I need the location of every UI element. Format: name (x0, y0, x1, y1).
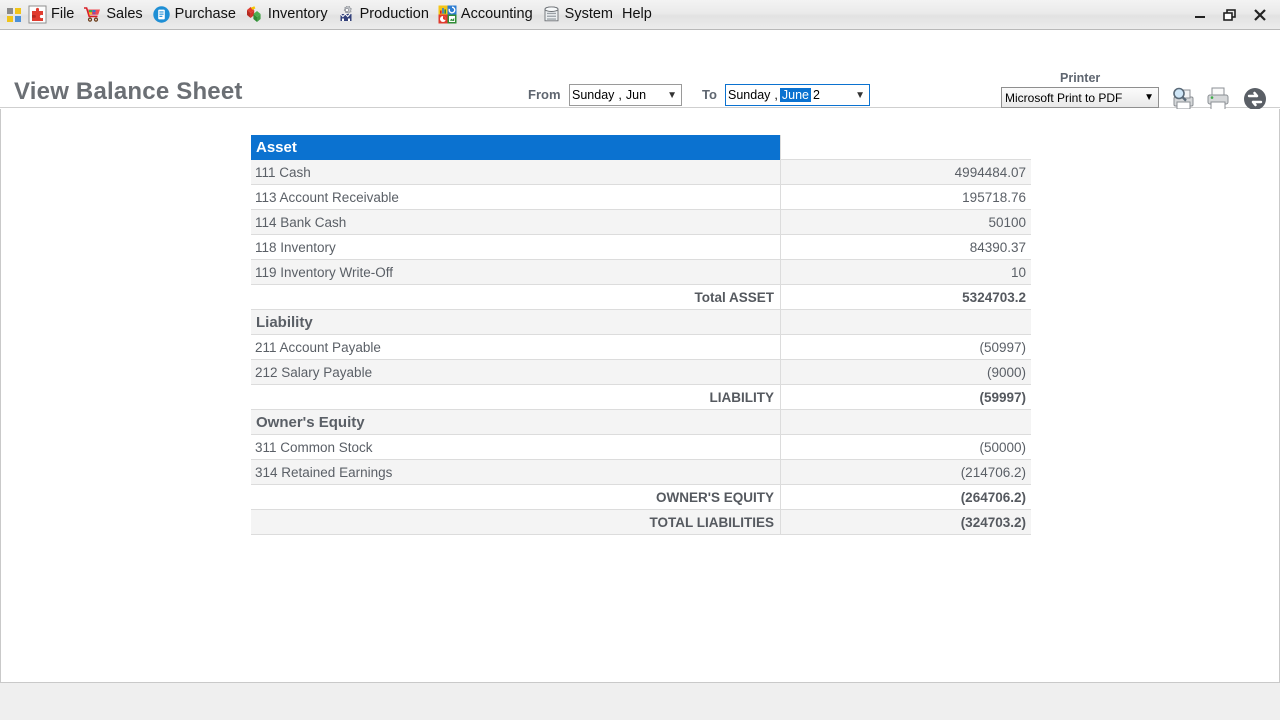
menu-label: Sales (106, 6, 143, 23)
account-name-cell: 111 Cash (251, 160, 780, 185)
account-name-cell: 114 Bank Cash (251, 210, 780, 235)
amount-cell: (50997) (780, 335, 1031, 360)
puzzle-icon (28, 5, 47, 24)
to-label: To (702, 87, 717, 102)
amount-cell: (324703.2) (780, 510, 1031, 535)
table-row: 211 Account Payable (50997) (251, 335, 1031, 360)
app-icon (3, 7, 25, 23)
menu-item-sales[interactable]: Sales (80, 1, 148, 29)
date-from-month: Jun (625, 88, 647, 102)
account-name-cell: Liability (251, 310, 780, 335)
section-header-row: Asset (251, 135, 1031, 160)
minimize-button[interactable] (1192, 7, 1208, 23)
balance-sheet-table: Asset 111 Cash 4994484.07 113 Account Recei… (251, 135, 1031, 535)
menu-label: Production (359, 6, 429, 23)
account-name-cell: 211 Account Payable (251, 335, 780, 360)
table-row: 111 Cash 4994484.07 (251, 160, 1031, 185)
menu-item-file[interactable]: File (25, 1, 80, 29)
amount-cell: (9000) (780, 360, 1031, 385)
page-title: View Balance Sheet (14, 78, 243, 105)
amount-cell: (59997) (780, 385, 1031, 410)
account-name-cell: LIABILITY (251, 385, 780, 410)
section-header-row: Owner's Equity (251, 410, 1031, 435)
date-to-comma: , (774, 88, 778, 102)
from-label: From (528, 87, 561, 102)
total-row: Total ASSET 5324703.2 (251, 285, 1031, 310)
table-row: 311 Common Stock (50000) (251, 435, 1031, 460)
amount-cell: 50100 (780, 210, 1031, 235)
total-row: TOTAL LIABILITIES (324703.2) (251, 510, 1031, 535)
main-menu-bar: File Sales Purchase Inventory Production… (0, 0, 1280, 30)
account-name-cell: Asset (251, 135, 780, 160)
account-name-cell: Owner's Equity (251, 410, 780, 435)
date-to-day[interactable]: 2 (811, 88, 822, 102)
amount-cell: 4994484.07 (780, 160, 1031, 185)
printer-selected-value: Microsoft Print to PDF (1005, 90, 1123, 105)
gear-factory-icon (337, 5, 356, 24)
menu-item-purchase[interactable]: Purchase (149, 1, 242, 29)
report-canvas: Asset 111 Cash 4994484.07 113 Account Recei… (0, 109, 1280, 682)
amount-cell: (264706.2) (780, 485, 1031, 510)
account-name-cell: 311 Common Stock (251, 435, 780, 460)
report-header-bar: View Balance Sheet From Sunday , Jun ▼ T… (0, 30, 1280, 132)
chevron-down-icon[interactable]: ▼ (667, 90, 677, 101)
date-from-comma: , (618, 88, 622, 102)
account-name-cell: Total ASSET (251, 285, 780, 310)
menu-label: Inventory (267, 6, 328, 23)
date-from-picker[interactable]: Sunday , Jun ▼ (569, 84, 682, 106)
amount-cell: (214706.2) (780, 460, 1031, 485)
account-name-cell: 119 Inventory Write-Off (251, 260, 780, 285)
date-to-month[interactable]: June (779, 88, 811, 102)
chevron-down-icon[interactable]: ▼ (1144, 92, 1154, 103)
account-name-cell: 212 Salary Payable (251, 360, 780, 385)
charts-icon (438, 5, 457, 24)
menu-label: Purchase (174, 6, 236, 23)
account-name-cell: 118 Inventory (251, 235, 780, 260)
status-bar (0, 682, 1280, 720)
restore-button[interactable] (1222, 7, 1238, 23)
menu-item-system[interactable]: System (539, 1, 619, 29)
menu-item-help[interactable]: Help (619, 1, 658, 29)
amount-cell: 5324703.2 (780, 285, 1031, 310)
amount-cell: (50000) (780, 435, 1031, 460)
shopping-cart-icon (83, 5, 102, 24)
account-name-cell: TOTAL LIABILITIES (251, 510, 780, 535)
menu-label: Accounting (460, 6, 533, 23)
table-row: 119 Inventory Write-Off 10 (251, 260, 1031, 285)
document-circle-icon (152, 5, 171, 24)
chevron-down-icon[interactable]: ▼ (855, 90, 865, 101)
amount-cell (780, 410, 1031, 435)
close-button[interactable] (1252, 7, 1268, 23)
amount-cell (780, 135, 1031, 160)
date-to-weekday[interactable]: Sunday (726, 88, 772, 102)
table-row: 314 Retained Earnings (214706.2) (251, 460, 1031, 485)
amount-cell: 84390.37 (780, 235, 1031, 260)
amount-cell: 195718.76 (780, 185, 1031, 210)
account-name-cell: 113 Account Receivable (251, 185, 780, 210)
date-to-picker[interactable]: Sunday , June 2 ▼ (725, 84, 870, 106)
amount-cell: 10 (780, 260, 1031, 285)
printer-select[interactable]: Microsoft Print to PDF ▼ (1001, 87, 1159, 108)
server-icon (542, 5, 561, 24)
printer-label: Printer (1060, 71, 1101, 85)
menu-label: Help (622, 6, 652, 23)
amount-cell (780, 310, 1031, 335)
date-from-weekday: Sunday (572, 88, 615, 102)
menu-label: File (51, 6, 75, 23)
table-row: 114 Bank Cash 50100 (251, 210, 1031, 235)
table-row: 113 Account Receivable 195718.76 (251, 185, 1031, 210)
total-row: LIABILITY (59997) (251, 385, 1031, 410)
menu-item-production[interactable]: Production (334, 1, 435, 29)
total-row: OWNER'S EQUITY (264706.2) (251, 485, 1031, 510)
table-row: 212 Salary Payable (9000) (251, 360, 1031, 385)
section-header-row: Liability (251, 310, 1031, 335)
boxes-icon (245, 5, 264, 24)
menu-label: System (564, 6, 613, 23)
menu-item-inventory[interactable]: Inventory (242, 1, 334, 29)
account-name-cell: OWNER'S EQUITY (251, 485, 780, 510)
table-row: 118 Inventory 84390.37 (251, 235, 1031, 260)
window-controls (1192, 7, 1280, 23)
menu-item-accounting[interactable]: Accounting (435, 1, 539, 29)
account-name-cell: 314 Retained Earnings (251, 460, 780, 485)
